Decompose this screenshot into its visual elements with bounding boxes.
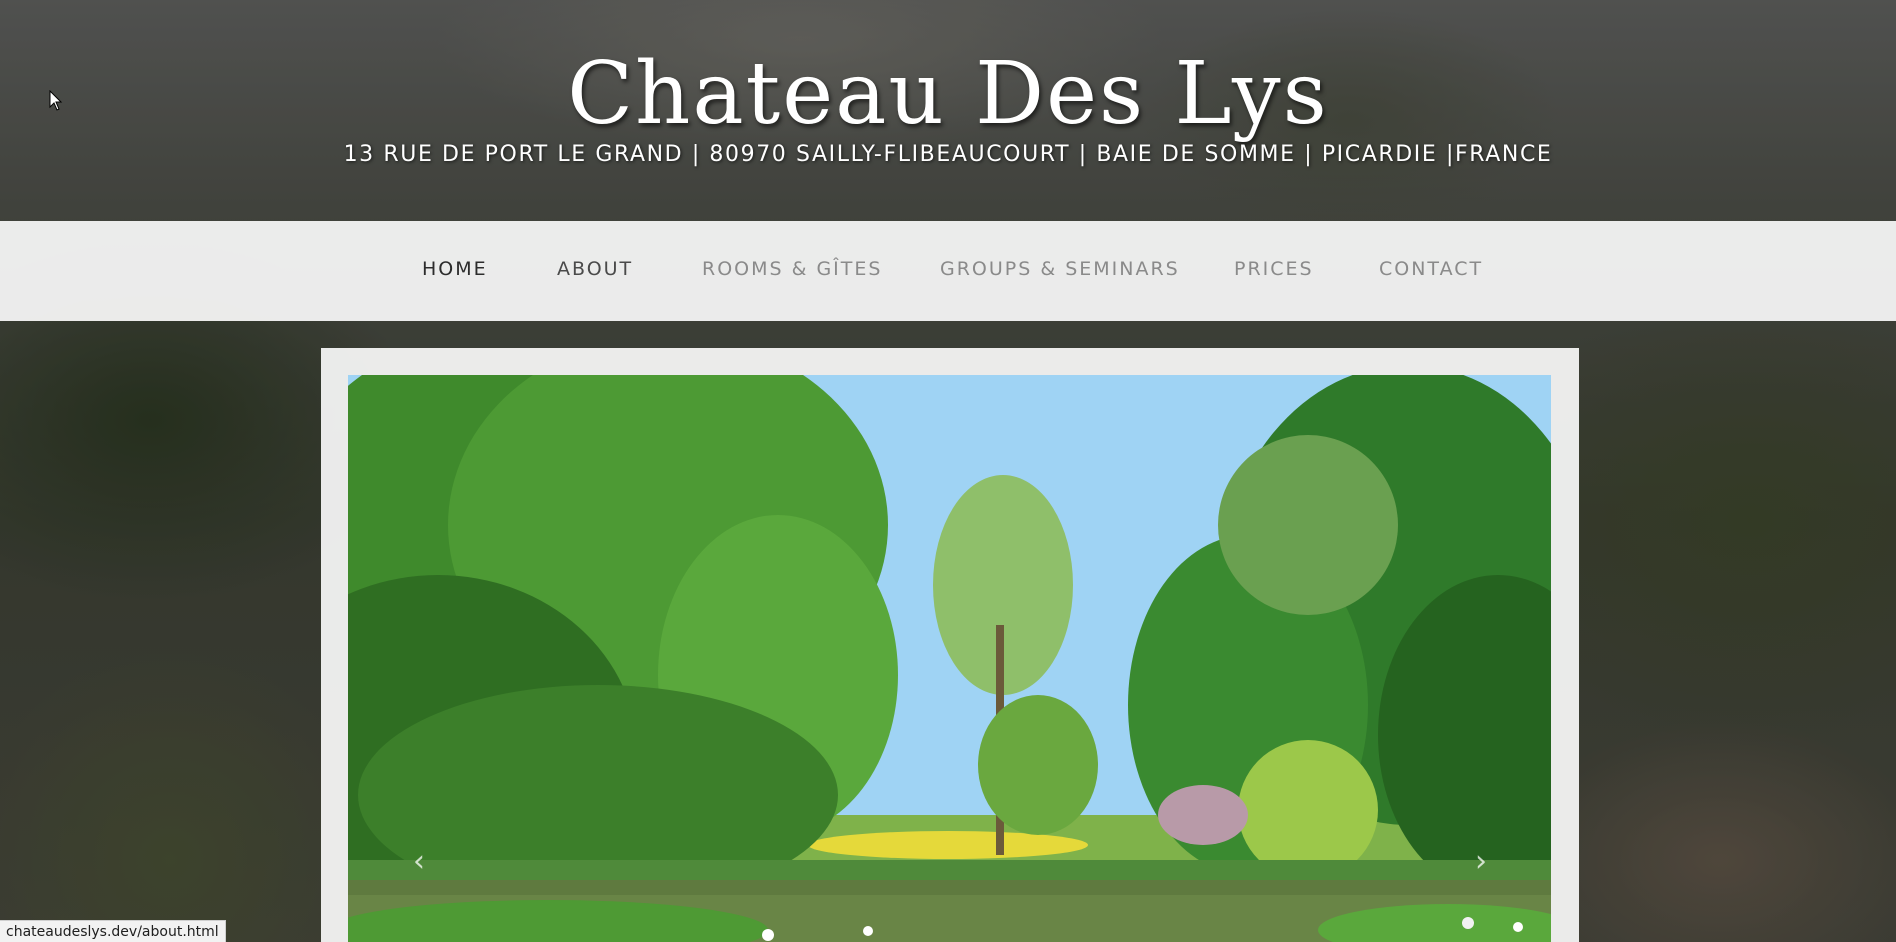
nav-item-groups-seminars[interactable]: GROUPS & SEMINARS (940, 258, 1180, 280)
main-navigation: HOME ABOUT ROOMS & GÎTES GROUPS & SEMINA… (0, 221, 1896, 321)
nav-item-home[interactable]: HOME (422, 258, 488, 280)
status-bar-url: chateaudeslys.dev/about.html (0, 920, 226, 942)
nav-item-prices[interactable]: PRICES (1234, 258, 1314, 280)
chevron-right-icon[interactable]: › (1470, 845, 1492, 879)
nav-item-contact[interactable]: CONTACT (1379, 258, 1483, 280)
site-address: 13 RUE DE PORT LE GRAND | 80970 SAILLY-F… (343, 142, 1553, 167)
slide-image-park-pond: ‹ › (348, 375, 1551, 942)
site-title[interactable]: Chateau Des Lys (0, 44, 1896, 144)
nav-list: HOME ABOUT ROOMS & GÎTES GROUPS & SEMINA… (0, 221, 1896, 321)
park-pond-illustration (348, 375, 1551, 942)
site-header: Chateau Des Lys 13 RUE DE PORT LE GRAND … (0, 0, 1896, 221)
nav-item-rooms-gites[interactable]: ROOMS & GÎTES (702, 258, 882, 280)
mouse-cursor-icon (49, 90, 63, 111)
nav-item-about[interactable]: ABOUT (557, 258, 633, 280)
chevron-left-icon[interactable]: ‹ (408, 845, 430, 879)
image-slider: ‹ › (321, 348, 1579, 942)
